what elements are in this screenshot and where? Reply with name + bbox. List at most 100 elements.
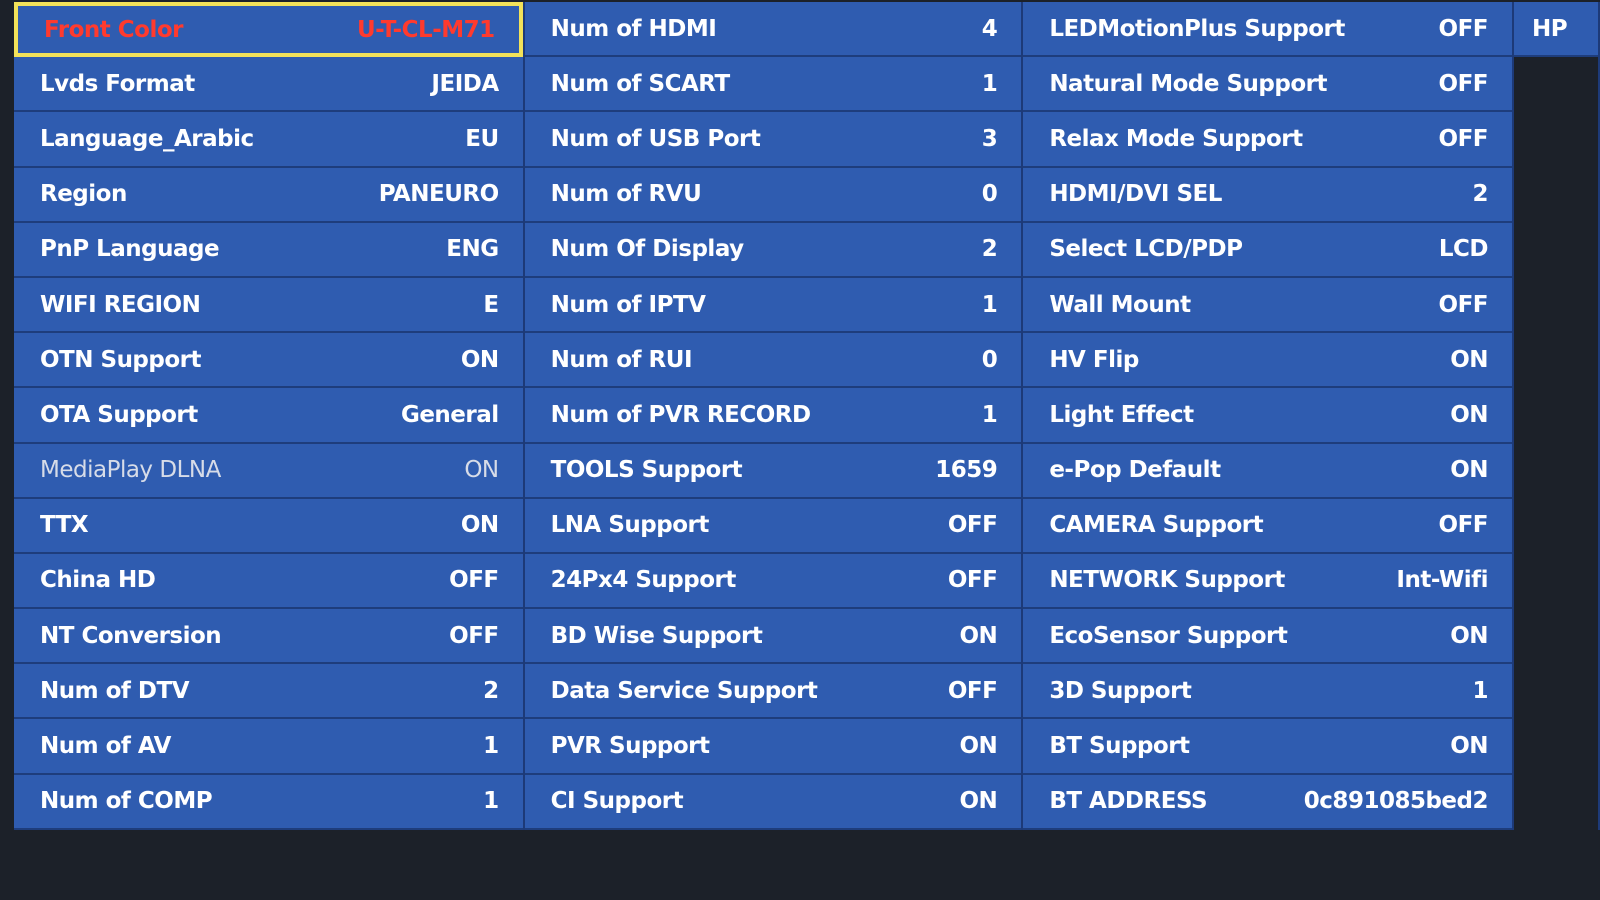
menu-item[interactable]: PVR Support ON — [524, 719, 1022, 775]
menu-item-label: Language_Arabic — [40, 125, 254, 152]
menu-item[interactable]: BD Wise Support ON — [524, 609, 1022, 665]
menu-item[interactable]: NT Conversion OFF — [14, 609, 523, 665]
menu-item[interactable]: MediaPlay DLNA ON — [14, 443, 523, 499]
menu-item-value: ON — [1450, 346, 1488, 373]
menu-item[interactable]: LEDMotionPlus Support OFF — [1023, 2, 1512, 58]
menu-item-value: 0 — [981, 346, 998, 373]
menu-item-label: TTX — [40, 512, 89, 539]
menu-item-value: General — [400, 401, 499, 428]
menu-item-label: Lvds Format — [40, 70, 195, 97]
menu-item[interactable]: Natural Mode Support OFF — [1023, 57, 1512, 113]
menu-item-value: 1 — [981, 70, 998, 97]
menu-item[interactable]: Num Of Display 2 — [524, 222, 1022, 278]
menu-item[interactable]: Num of IPTV 1 — [524, 277, 1022, 334]
menu-item-value: 1 — [483, 733, 499, 760]
menu-item-value: 1 — [483, 788, 499, 815]
menu-item-label: Wall Mount — [1049, 291, 1191, 318]
menu-item[interactable]: HV Flip ON — [1023, 333, 1512, 389]
service-menu: Front Color U-T-CL-M71 Lvds Format JEIDA Lan… — [14, 2, 1600, 830]
menu-item[interactable]: OTN Support ON — [14, 333, 523, 389]
menu-item-value: 0c891085bed2 — [1303, 788, 1489, 815]
menu-item[interactable]: e-Pop Default ON — [1023, 443, 1512, 499]
menu-item-value: PANEURO — [378, 181, 499, 208]
menu-item[interactable]: EcoSensor Support ON — [1023, 609, 1512, 665]
menu-item-value: 1 — [1472, 677, 1488, 704]
menu-item-value: 2 — [981, 236, 998, 263]
menu-item-value: OFF — [449, 567, 499, 594]
menu-item-value: 2 — [483, 677, 499, 704]
menu-item[interactable]: Light Effect ON — [1023, 388, 1512, 444]
menu-item-value: 0 — [981, 181, 998, 208]
menu-item-label: Region — [40, 181, 127, 208]
menu-item[interactable]: TOOLS Support 1659 — [524, 443, 1022, 499]
menu-item[interactable]: Num of HDMI 4 — [524, 2, 1022, 58]
menu-item[interactable]: Num of PVR RECORD 1 — [524, 388, 1022, 444]
menu-item-value: ON — [1450, 401, 1488, 428]
menu-item[interactable]: Wall Mount OFF — [1023, 277, 1512, 334]
menu-item[interactable]: Num of AV 1 — [14, 719, 523, 775]
menu-item[interactable]: WIFI REGION E — [14, 277, 523, 334]
menu-item-label: HDMI/DVI SEL — [1049, 181, 1222, 208]
menu-item-value: ON — [959, 788, 998, 815]
menu-item[interactable]: Num of DTV 2 — [14, 664, 523, 720]
menu-item-value: ON — [959, 622, 998, 649]
menu-item-value: OFF — [1438, 512, 1489, 539]
menu-item-value: OFF — [1438, 291, 1489, 318]
menu-item[interactable]: China HD OFF — [14, 553, 523, 610]
menu-item-label: Num of SCART — [550, 70, 731, 97]
menu-item[interactable]: Relax Mode Support OFF — [1023, 112, 1512, 168]
menu-item-value: OFF — [1438, 70, 1489, 97]
menu-item-label: Relax Mode Support — [1049, 125, 1303, 152]
menu-item-label: NETWORK Support — [1049, 567, 1285, 594]
menu-item-value: 4 — [981, 15, 998, 42]
menu-item-label: 24Px4 Support — [550, 567, 737, 594]
menu-item[interactable]: Select LCD/PDP LCD — [1023, 222, 1512, 278]
menu-item-label: Num of HDMI — [550, 15, 717, 42]
menu-item[interactable]: HP — [1514, 2, 1598, 58]
menu-item-value: ON — [464, 457, 499, 484]
menu-item[interactable]: OTA Support General — [14, 388, 523, 444]
menu-item[interactable]: TTX ON — [14, 498, 523, 554]
menu-item-value: ON — [460, 512, 499, 539]
menu-item-label: 3D Support — [1049, 677, 1192, 704]
menu-item[interactable]: Language_Arabic EU — [14, 112, 523, 168]
menu-item-value: 1659 — [935, 457, 998, 484]
menu-item[interactable]: CAMERA Support OFF — [1023, 498, 1512, 554]
menu-item[interactable]: Num of RVU 0 — [524, 167, 1022, 223]
menu-item-label: LNA Support — [550, 512, 710, 539]
menu-item[interactable]: Region PANEURO — [14, 167, 523, 223]
menu-item[interactable]: BT ADDRESS 0c891085bed2 — [1023, 774, 1512, 830]
menu-item-label: Num of RUI — [550, 346, 693, 373]
menu-item[interactable]: Num of RUI 0 — [524, 333, 1022, 389]
menu-item-value: Int-Wifi — [1396, 567, 1488, 594]
menu-item[interactable]: CI Support ON — [524, 774, 1022, 830]
menu-item[interactable]: Lvds Format JEIDA — [14, 57, 523, 113]
menu-item-value: ON — [959, 733, 998, 760]
menu-item-value: U-T-CL-M71 — [356, 16, 495, 43]
menu-item-label: Num of RVU — [550, 181, 702, 208]
menu-item[interactable]: PnP Language ENG — [14, 222, 523, 278]
menu-item[interactable]: Num of COMP 1 — [14, 774, 523, 830]
menu-item[interactable]: Num of USB Port 3 — [524, 112, 1022, 168]
menu-item-label: PVR Support — [550, 733, 710, 760]
menu-item-label: MediaPlay DLNA — [40, 457, 221, 484]
menu-item[interactable]: BT Support ON — [1023, 719, 1512, 775]
menu-item-value: JEIDA — [431, 70, 499, 97]
menu-item-label: OTA Support — [40, 401, 198, 428]
menu-item[interactable]: Num of SCART 1 — [524, 57, 1022, 113]
menu-item[interactable]: 24Px4 Support OFF — [524, 553, 1022, 610]
menu-item-label: Select LCD/PDP — [1049, 236, 1243, 263]
menu-item-label: Data Service Support — [550, 677, 818, 704]
menu-item-value: ON — [1450, 457, 1488, 484]
menu-item[interactable]: Front Color U-T-CL-M71 — [14, 2, 523, 58]
menu-item[interactable]: Data Service Support OFF — [524, 664, 1022, 720]
menu-item-label: Num Of Display — [550, 236, 744, 263]
menu-item[interactable]: LNA Support OFF — [524, 498, 1022, 554]
menu-item-label: BT Support — [1049, 733, 1190, 760]
menu-item-label: e-Pop Default — [1049, 457, 1221, 484]
menu-column-3: LEDMotionPlus Support OFF Natural Mode Sup… — [1023, 2, 1514, 830]
menu-item-value: LCD — [1438, 236, 1489, 263]
menu-item[interactable]: NETWORK Support Int-Wifi — [1023, 553, 1512, 610]
menu-item[interactable]: HDMI/DVI SEL 2 — [1023, 167, 1512, 223]
menu-item[interactable]: 3D Support 1 — [1023, 664, 1512, 720]
